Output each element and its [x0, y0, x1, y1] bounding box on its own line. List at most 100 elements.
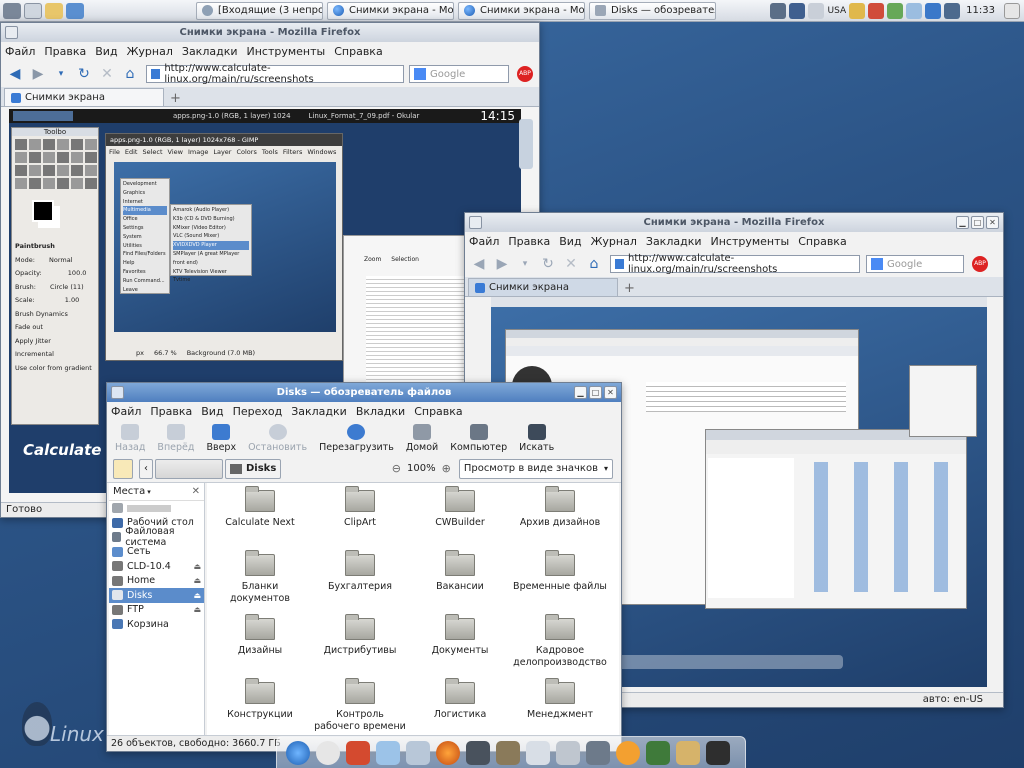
- search-button[interactable]: Искать: [519, 423, 554, 453]
- task-dolphin[interactable]: Disks — обозреватель ф...: [589, 1, 716, 20]
- menu-help[interactable]: Справка: [334, 45, 382, 58]
- window-icon[interactable]: [111, 386, 124, 399]
- stop-icon[interactable]: ✕: [561, 255, 581, 273]
- folder-item[interactable]: Менеджмент: [513, 678, 607, 735]
- folder-item[interactable]: Дизайны: [213, 614, 307, 675]
- menu-history[interactable]: Журнал: [591, 235, 637, 248]
- tools-icon[interactable]: [868, 2, 885, 19]
- menu-tools[interactable]: Инструменты: [247, 45, 326, 58]
- forward-icon[interactable]: ▶: [492, 255, 512, 273]
- back-icon[interactable]: ◀: [469, 255, 489, 273]
- breadcrumb-home[interactable]: [155, 458, 223, 479]
- volume-icon[interactable]: [807, 2, 824, 19]
- task-mail[interactable]: [Входящие (3 непрочита...: [196, 1, 323, 20]
- menu-edit[interactable]: Правка: [508, 235, 550, 248]
- files-icon[interactable]: [24, 2, 42, 19]
- window-icon[interactable]: [469, 216, 482, 229]
- storage-icon[interactable]: [788, 2, 805, 19]
- menu-file[interactable]: Файл: [469, 235, 499, 248]
- editor-icon[interactable]: [676, 740, 700, 765]
- close-panel-icon[interactable]: ✕: [192, 486, 200, 497]
- folder-item[interactable]: ClipArt: [313, 486, 407, 547]
- folder-item[interactable]: Конструкции: [213, 678, 307, 735]
- zoom-out-icon[interactable]: ⊖: [392, 462, 401, 475]
- amarok-icon[interactable]: [616, 740, 640, 765]
- menu-file[interactable]: Файл: [111, 405, 141, 418]
- window-titlebar[interactable]: Снимки экрана - Mozilla Firefox ▁ □ ✕: [465, 213, 1003, 232]
- menu-help[interactable]: Справка: [414, 405, 462, 418]
- folder-item[interactable]: Дистрибутивы: [313, 614, 407, 675]
- bluetooth-icon[interactable]: [925, 2, 942, 19]
- network-manager-icon[interactable]: [769, 2, 786, 19]
- folder-item[interactable]: Архив дизайнов: [513, 486, 607, 547]
- folder-item[interactable]: CWBuilder: [413, 486, 507, 547]
- mail-icon[interactable]: [406, 740, 430, 765]
- place-home[interactable]: Home ⏏: [109, 574, 204, 589]
- forward-button[interactable]: Вперёд: [157, 423, 194, 453]
- url-bar[interactable]: http://www.calculate-linux.org/main/ru/s…: [146, 63, 404, 85]
- messenger-icon[interactable]: [906, 2, 923, 19]
- reload-icon[interactable]: ↻: [74, 65, 94, 83]
- zoom-in-icon[interactable]: ⊕: [442, 462, 451, 475]
- eject-icon[interactable]: ⏏: [193, 591, 201, 600]
- reload-button[interactable]: Перезагрузить: [319, 423, 394, 453]
- menu-bookmarks[interactable]: Закладки: [291, 405, 347, 418]
- menu-tabs[interactable]: Вкладки: [356, 405, 405, 418]
- home-button[interactable]: Домой: [406, 423, 438, 453]
- edit-location-icon[interactable]: [113, 458, 133, 479]
- clock-app-icon[interactable]: [316, 740, 340, 765]
- stop-button[interactable]: Остановить: [248, 423, 307, 453]
- minimize-button[interactable]: ▁: [956, 216, 969, 229]
- menu-view[interactable]: Вид: [559, 235, 581, 248]
- menu-edit[interactable]: Правка: [44, 45, 86, 58]
- minimize-button[interactable]: ▁: [574, 386, 587, 399]
- folder-item[interactable]: Вакансии: [413, 550, 507, 611]
- close-button[interactable]: ✕: [604, 386, 617, 399]
- task-firefox-1[interactable]: Снимки экрана - Mozilla ...: [327, 1, 454, 20]
- menu-launcher-icon[interactable]: [3, 2, 21, 19]
- tab-screenshots[interactable]: Снимки экрана: [468, 278, 618, 296]
- firefox-icon[interactable]: [436, 740, 460, 765]
- folder-item[interactable]: Calculate Next: [213, 486, 307, 547]
- search-bar[interactable]: Google: [409, 65, 509, 83]
- search-bar[interactable]: Google: [866, 255, 964, 273]
- menu-go[interactable]: Переход: [233, 405, 283, 418]
- eject-icon[interactable]: ⏏: [193, 605, 201, 614]
- display-icon[interactable]: [944, 2, 961, 19]
- folder-item[interactable]: Контроль рабочего времени: [313, 678, 407, 735]
- url-bar[interactable]: http://www.calculate-linux.org/main/ru/s…: [610, 253, 860, 275]
- trash-icon[interactable]: [1004, 2, 1020, 19]
- place-ftp[interactable]: FTP ⏏: [109, 603, 204, 618]
- window-icon[interactable]: [5, 26, 18, 39]
- tab-screenshots[interactable]: Снимки экрана: [4, 88, 164, 106]
- menu-view[interactable]: Вид: [95, 45, 117, 58]
- menu-file[interactable]: Файл: [5, 45, 35, 58]
- menu-bookmarks[interactable]: Закладки: [646, 235, 702, 248]
- calculator-icon[interactable]: [466, 740, 490, 765]
- audio-icon[interactable]: [586, 740, 610, 765]
- close-button[interactable]: ✕: [986, 216, 999, 229]
- adblock-icon[interactable]: ABP: [517, 66, 533, 82]
- home-icon[interactable]: ⌂: [584, 255, 604, 273]
- page-scrollbar[interactable]: [519, 119, 533, 169]
- desktop-switch-icon[interactable]: [66, 2, 84, 19]
- clipboard-icon[interactable]: [887, 2, 904, 19]
- eject-icon[interactable]: ⏏: [193, 576, 201, 585]
- menu-view[interactable]: Вид: [201, 405, 223, 418]
- menu-history[interactable]: Журнал: [127, 45, 173, 58]
- folder-item[interactable]: Бланки документов: [213, 550, 307, 611]
- chat-icon[interactable]: [376, 740, 400, 765]
- menu-edit[interactable]: Правка: [150, 405, 192, 418]
- place-filesystem[interactable]: Файловая система: [109, 526, 204, 548]
- folder-item[interactable]: Бухгалтерия: [313, 550, 407, 611]
- home-icon[interactable]: ⌂: [120, 65, 140, 83]
- menu-bookmarks[interactable]: Закладки: [182, 45, 238, 58]
- history-dropdown-icon[interactable]: ▾: [51, 65, 71, 83]
- gimp-icon[interactable]: [496, 740, 520, 765]
- task-firefox-2[interactable]: Снимки экрана - Mozilla ...: [458, 1, 585, 20]
- new-tab-icon[interactable]: +: [170, 91, 181, 106]
- clock[interactable]: 11:33: [966, 5, 995, 16]
- adblock-icon[interactable]: ABP: [972, 256, 988, 272]
- disk-icon[interactable]: [556, 740, 580, 765]
- chevron-down-icon[interactable]: ▾: [147, 488, 151, 496]
